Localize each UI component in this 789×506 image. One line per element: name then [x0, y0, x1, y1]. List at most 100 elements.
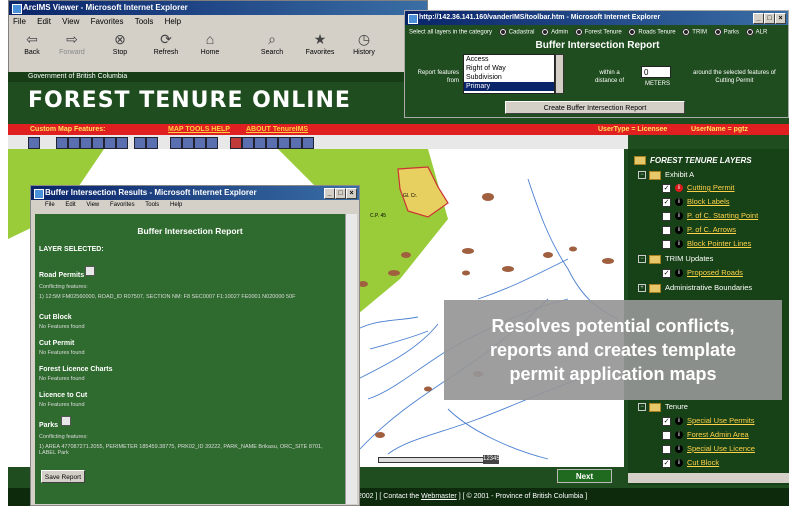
layer-checkbox[interactable]: ✓	[662, 458, 671, 468]
maximize-icon[interactable]: □	[764, 13, 775, 24]
list-item[interactable]: Right of Way	[464, 64, 554, 73]
layer-item-special-use-licence[interactable]: i Special Use Licence	[662, 443, 755, 455]
stop-button[interactable]: ⊗ Stop	[101, 29, 139, 65]
menu-view[interactable]: View	[62, 17, 79, 26]
layer-checkbox[interactable]	[662, 225, 671, 235]
menu-edit[interactable]: Edit	[37, 17, 51, 26]
expand-icon[interactable]: +	[638, 284, 646, 293]
radio-trim[interactable]	[682, 28, 691, 36]
menu-edit[interactable]: Edit	[65, 202, 75, 208]
menu-tools[interactable]: Tools	[135, 17, 154, 26]
info-icon[interactable]: i	[675, 240, 683, 249]
legend-tool-icon[interactable]	[290, 137, 302, 149]
layer-checkbox[interactable]	[662, 211, 671, 221]
home-button[interactable]: ⌂ Home	[191, 29, 229, 65]
buffer-tool-icon[interactable]	[206, 137, 218, 149]
info-icon[interactable]: i	[675, 445, 683, 454]
layer-checkbox[interactable]	[662, 239, 671, 249]
layer-checkbox[interactable]: ✓	[662, 416, 671, 426]
list-item[interactable]: Access	[464, 55, 554, 64]
webmaster-link[interactable]: Webmaster	[421, 493, 457, 500]
info-icon[interactable]: i	[675, 269, 683, 278]
forward-button[interactable]: ⇨ Forward	[53, 29, 91, 65]
collapse-icon[interactable]: −	[638, 403, 646, 412]
info-icon[interactable]: i	[675, 417, 683, 426]
select-point-tool-icon[interactable]	[254, 137, 266, 149]
menu-file[interactable]: File	[13, 17, 26, 26]
layer-checkbox[interactable]	[662, 444, 671, 454]
identify-tool-icon[interactable]	[134, 137, 146, 149]
select-rect-tool-icon[interactable]	[230, 137, 242, 149]
back-button[interactable]: ⇦ Back	[13, 29, 51, 65]
radio-alr[interactable]	[745, 28, 754, 36]
info-icon[interactable]: i	[675, 184, 683, 193]
zoom-active-tool-icon[interactable]	[92, 137, 104, 149]
layer-item-proposed-roads[interactable]: ✓ i Proposed Roads	[662, 267, 743, 279]
radio-forest-tenure[interactable]	[574, 28, 583, 36]
info-icon[interactable]: i	[675, 198, 683, 207]
info-icon[interactable]: i	[675, 212, 683, 221]
map-zoom-icon[interactable]	[85, 266, 95, 276]
layer-group-trim[interactable]: − TRIM Updates	[638, 253, 713, 265]
layer-group-tenure[interactable]: − Tenure	[638, 401, 688, 413]
menu-favorites[interactable]: Favorites	[91, 17, 124, 26]
layer-item-cutting-permit[interactable]: ✓ i Cutting Permit	[662, 182, 735, 194]
history-button[interactable]: ◷ History	[345, 29, 383, 65]
layers-horizontal-scrollbar[interactable]	[628, 473, 789, 483]
list-item-selected[interactable]: Primary	[464, 82, 554, 91]
radio-parks[interactable]	[713, 28, 722, 36]
info-icon[interactable]: i	[675, 226, 683, 235]
info-icon[interactable]: i	[675, 431, 683, 440]
layer-item-poc-arrows[interactable]: i P. of C. Arrows	[662, 224, 736, 236]
menu-favorites[interactable]: Favorites	[110, 202, 135, 208]
layer-item-poc-starting-point[interactable]: i P. of C. Starting Point	[662, 210, 758, 222]
overview-tool-icon[interactable]	[28, 137, 40, 149]
layer-group-admin[interactable]: + Administrative Boundaries	[638, 282, 752, 294]
list-item[interactable]: Subdivision	[464, 73, 554, 82]
zoom-out-tool-icon[interactable]	[68, 137, 80, 149]
favorites-button[interactable]: ★ Favorites	[301, 29, 339, 65]
pan-tool-icon[interactable]	[116, 137, 128, 149]
draw-polygon-tool-icon[interactable]	[194, 137, 206, 149]
draw-line-tool-icon[interactable]	[182, 137, 194, 149]
layer-item-block-labels[interactable]: ✓ i Block Labels	[662, 196, 730, 208]
create-report-button[interactable]: Create Buffer Intersection Report	[505, 101, 685, 114]
layer-checkbox[interactable]	[662, 430, 671, 440]
zoom-full-tool-icon[interactable]	[80, 137, 92, 149]
measure-tool-icon[interactable]	[170, 137, 182, 149]
layer-list-tool-icon[interactable]	[302, 137, 314, 149]
layer-item-forest-admin-area[interactable]: i Forest Admin Area	[662, 429, 749, 441]
map-tools-help-link[interactable]: MAP TOOLS HELP	[168, 124, 230, 135]
select-line-tool-icon[interactable]	[242, 137, 254, 149]
results-scrollbar[interactable]	[345, 214, 357, 504]
menu-tools[interactable]: Tools	[145, 202, 159, 208]
map-zoom-icon[interactable]	[61, 416, 71, 426]
radio-admin[interactable]	[541, 28, 550, 36]
next-button[interactable]: Next	[557, 469, 612, 483]
layer-checkbox[interactable]: ✓	[662, 268, 671, 278]
menu-view[interactable]: View	[86, 202, 99, 208]
layer-item-cut-block[interactable]: ✓ i Cut Block	[662, 457, 719, 469]
save-report-button[interactable]: Save Report	[41, 470, 85, 483]
layer-listbox[interactable]: Access Right of Way Subdivision Primary	[463, 54, 555, 94]
search-button[interactable]: ⌕ Search	[253, 29, 291, 65]
maximize-icon[interactable]: □	[335, 188, 346, 199]
zoom-last-tool-icon[interactable]	[104, 137, 116, 149]
layer-item-block-pointer-lines[interactable]: i Block Pointer Lines	[662, 238, 751, 250]
distance-input[interactable]: 0	[641, 66, 671, 78]
print-tool-icon[interactable]	[278, 137, 290, 149]
minimize-icon[interactable]: _	[324, 188, 335, 199]
query-tool-icon[interactable]	[146, 137, 158, 149]
radio-roads-tenure[interactable]	[628, 28, 637, 36]
about-link[interactable]: ABOUT TenureIMS	[246, 124, 308, 135]
layer-checkbox[interactable]: ✓	[662, 197, 671, 207]
menu-help[interactable]: Help	[165, 17, 181, 26]
info-icon[interactable]: i	[675, 459, 683, 468]
layer-group-exhibit[interactable]: − Exhibit A	[638, 169, 694, 181]
menu-help[interactable]: Help	[170, 202, 182, 208]
radio-cadastral[interactable]	[498, 28, 507, 36]
zoom-in-tool-icon[interactable]	[56, 137, 68, 149]
clear-selection-tool-icon[interactable]	[266, 137, 278, 149]
layer-checkbox[interactable]: ✓	[662, 183, 671, 193]
close-icon[interactable]: ×	[775, 13, 786, 24]
